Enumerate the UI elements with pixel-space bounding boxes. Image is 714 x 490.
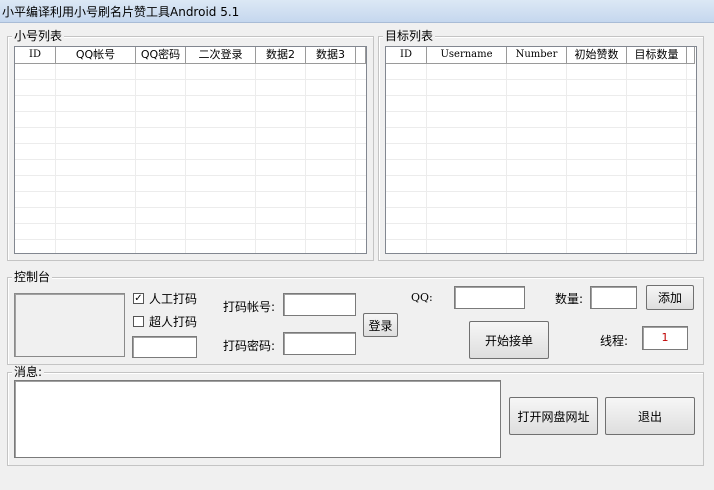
login-button[interactable]: 登录 bbox=[363, 313, 398, 337]
qq-label: QQ: bbox=[411, 291, 433, 304]
count-label: 数量: bbox=[555, 292, 584, 306]
column-header-id[interactable]: ID bbox=[386, 47, 427, 63]
column-header-data2[interactable]: 数据2 bbox=[256, 47, 306, 63]
targets-list-rows bbox=[386, 64, 696, 253]
captcha-account-label: 打码帐号: bbox=[223, 300, 276, 314]
column-header-username[interactable]: Username bbox=[427, 47, 507, 63]
start-orders-button[interactable]: 开始接单 bbox=[469, 321, 549, 359]
column-header-filler bbox=[687, 47, 695, 63]
check-icon: ✓ bbox=[133, 293, 144, 304]
col-divider bbox=[426, 64, 427, 253]
manual-captcha-label: 人工打码 bbox=[149, 292, 198, 306]
col-divider bbox=[135, 64, 136, 253]
chaoren-captcha-checkbox[interactable]: 超人打码 bbox=[133, 313, 197, 330]
unchecked-box-icon bbox=[133, 316, 144, 327]
captcha-password-input[interactable] bbox=[283, 332, 356, 355]
column-header-target-count[interactable]: 目标数量 bbox=[627, 47, 687, 63]
captcha-account-input[interactable] bbox=[283, 293, 356, 316]
title-bar: 小平编译利用小号刷名片赞工具Android 5.1 bbox=[0, 0, 714, 23]
accounts-list-header: ID QQ帐号 QQ密码 二次登录 数据2 数据3 bbox=[15, 47, 366, 64]
manual-captcha-checkbox[interactable]: ✓ 人工打码 bbox=[133, 290, 197, 307]
col-divider bbox=[255, 64, 256, 253]
column-header-qq-account[interactable]: QQ帐号 bbox=[56, 47, 136, 63]
col-divider bbox=[305, 64, 306, 253]
accounts-list-rows bbox=[15, 64, 366, 253]
col-divider bbox=[506, 64, 507, 253]
window-title: 小平编译利用小号刷名片赞工具Android 5.1 bbox=[2, 5, 240, 19]
messages-textarea[interactable] bbox=[14, 380, 501, 458]
captcha-password-label: 打码密码: bbox=[223, 339, 276, 353]
captcha-code-input[interactable] bbox=[132, 336, 197, 358]
column-header-filler bbox=[356, 47, 366, 63]
targets-list-header: ID Username Number 初始赞数 目标数量 bbox=[386, 47, 695, 64]
messages-group-label: 消息: bbox=[12, 365, 45, 379]
accounts-group-label: 小号列表 bbox=[12, 29, 65, 43]
threads-input[interactable]: 1 bbox=[642, 326, 688, 350]
targets-group-label: 目标列表 bbox=[383, 29, 436, 43]
col-divider bbox=[185, 64, 186, 253]
col-divider bbox=[55, 64, 56, 253]
targets-list[interactable]: ID Username Number 初始赞数 目标数量 bbox=[385, 46, 697, 254]
add-button[interactable]: 添加 bbox=[646, 285, 694, 310]
column-header-data3[interactable]: 数据3 bbox=[306, 47, 356, 63]
col-divider bbox=[626, 64, 627, 253]
console-group-label: 控制台 bbox=[12, 270, 53, 284]
chaoren-captcha-label: 超人打码 bbox=[149, 315, 198, 329]
column-header-initial-likes[interactable]: 初始赞数 bbox=[567, 47, 627, 63]
col-divider bbox=[686, 64, 687, 253]
column-header-qq-password[interactable]: QQ密码 bbox=[136, 47, 186, 63]
threads-label: 线程: bbox=[600, 334, 629, 348]
accounts-list[interactable]: ID QQ帐号 QQ密码 二次登录 数据2 数据3 bbox=[14, 46, 367, 254]
column-header-number[interactable]: Number bbox=[507, 47, 567, 63]
column-header-second-login[interactable]: 二次登录 bbox=[186, 47, 256, 63]
column-header-id[interactable]: ID bbox=[15, 47, 56, 63]
open-disk-url-button[interactable]: 打开网盘网址 bbox=[509, 397, 598, 435]
count-input[interactable] bbox=[590, 286, 637, 309]
exit-button[interactable]: 退出 bbox=[605, 397, 695, 435]
col-divider bbox=[566, 64, 567, 253]
qq-input[interactable] bbox=[454, 286, 525, 309]
col-divider bbox=[355, 64, 356, 253]
captcha-image-panel bbox=[14, 293, 125, 357]
